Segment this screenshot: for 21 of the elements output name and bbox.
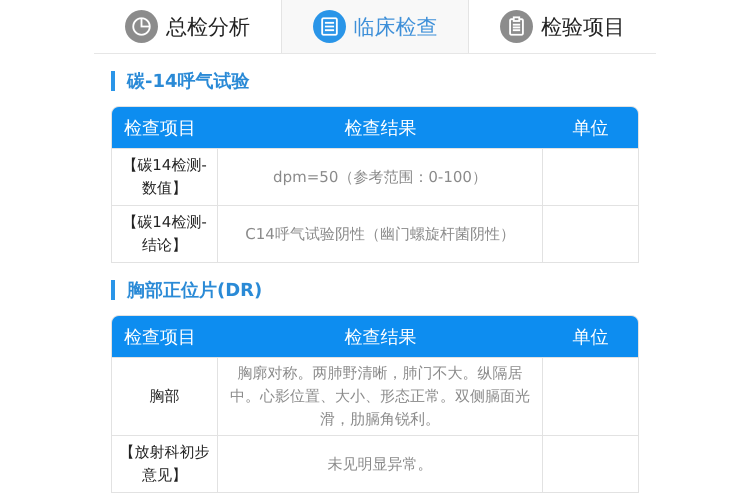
table-cell-text: 【碳14检测-结论】: [121, 212, 208, 256]
table-cell-text: 【放射科初步意见】: [118, 442, 210, 486]
section-title: 胸部正位片(DR): [127, 279, 262, 302]
table-cell-text: dpm=50（参考范围：0-100）: [273, 166, 487, 188]
table-cell-text: 【碳14检测-数值】: [121, 155, 208, 199]
column-header: 单位: [572, 326, 610, 348]
column-header: 单位: [572, 116, 610, 140]
column-header: 检查项目: [123, 116, 197, 140]
pie-chart-icon: [124, 10, 158, 43]
tab[interactable]: 检验项目: [468, 0, 656, 53]
table-cell-text: 未见明显异常。: [328, 454, 432, 474]
column-header: 检查项目: [123, 326, 197, 348]
tab[interactable]: 总检分析: [94, 0, 281, 53]
section-title: 碳-14呼气试验: [127, 70, 250, 93]
column-header: 检查结果: [344, 116, 418, 140]
table-cell-text: C14呼气试验阴性（幽门螺旋杆菌阴性）: [245, 224, 515, 244]
table-cell-text: 胸廓对称。两肺野清晰，肺门不大。纵隔居中。心影位置、大小、形态正常。双侧膈面光滑，肋膈角锐利。: [230, 363, 530, 430]
table-cell-text: 胸部: [150, 386, 180, 407]
column-header: 检查结果: [344, 326, 418, 348]
clipboard-icon: [500, 10, 534, 43]
document-icon: [312, 10, 346, 43]
